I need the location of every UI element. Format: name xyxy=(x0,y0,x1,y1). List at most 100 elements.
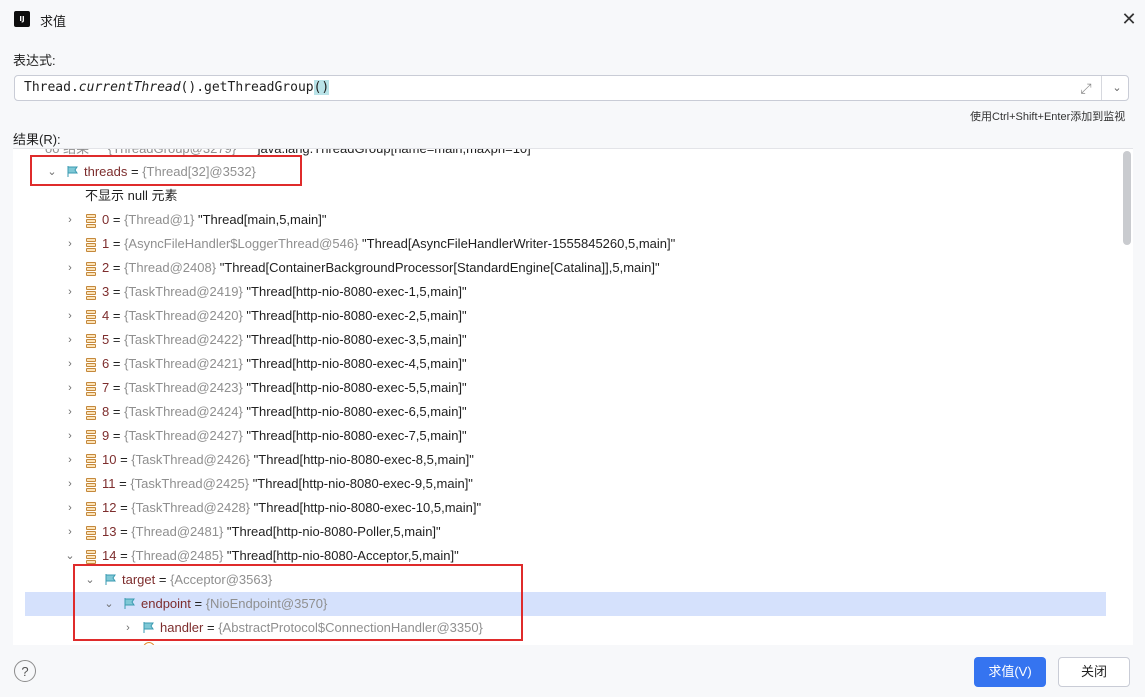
chevron-right-icon[interactable]: › xyxy=(64,304,76,328)
close-button[interactable]: 关闭 xyxy=(1058,657,1130,687)
tree-row-item[interactable]: › 11 = {TaskThread@2425} "Thread[http-ni… xyxy=(13,472,1133,496)
index-label: 1 xyxy=(102,236,110,251)
help-button[interactable]: ? xyxy=(14,660,36,682)
index-label: 9 xyxy=(102,428,110,443)
index-label: 8 xyxy=(102,404,110,419)
array-element-icon xyxy=(86,334,96,348)
ref-value: {Thread@2481} xyxy=(131,524,224,539)
expr-part-paren: () xyxy=(313,80,330,95)
ref-value: {TaskThread@2427} xyxy=(124,428,243,443)
history-dropdown-button[interactable]: ⌄ xyxy=(1109,79,1125,97)
index-label: 14 xyxy=(102,548,117,563)
evaluate-button[interactable]: 求值(V) xyxy=(974,657,1046,687)
array-element-icon xyxy=(86,406,96,420)
ref-value: {TaskThread@2425} xyxy=(130,476,250,491)
chevron-right-icon[interactable]: › xyxy=(64,280,76,304)
string-value: "Thread[http-nio-8080-exec-9,5,main]" xyxy=(252,476,473,491)
chevron-right-icon[interactable]: › xyxy=(64,232,76,256)
array-element-icon xyxy=(86,286,96,300)
tree-row-item[interactable]: › 13 = {Thread@2481} "Thread[http-nio-80… xyxy=(13,520,1133,544)
highlight-box-threads xyxy=(30,155,302,186)
expression-input[interactable]: Thread.currentThread().getThreadGroup() … xyxy=(14,75,1129,101)
expression-label: 表达式: xyxy=(13,53,56,68)
tree-row-item[interactable]: › 5 = {TaskThread@2422} "Thread[http-nio… xyxy=(13,328,1133,352)
highlight-box-target xyxy=(73,564,523,641)
array-element-icon xyxy=(86,310,96,324)
index-label: 10 xyxy=(102,452,117,467)
window-title: 求值 xyxy=(40,14,67,29)
tree-row-item[interactable]: › 0 = {Thread@1} "Thread[main,5,main]" xyxy=(13,208,1133,232)
add-to-watch-hint: 使用Ctrl+Shift+Enter添加到监视 xyxy=(970,111,1126,123)
chevron-right-icon[interactable]: › xyxy=(64,256,76,280)
string-value: "Thread[http-nio-8080-Acceptor,5,main]" xyxy=(226,548,459,563)
ref-value: {TaskThread@2426} xyxy=(131,452,251,467)
ref-value: {TaskThread@2422} xyxy=(124,332,243,347)
tree-row-item[interactable]: › 2 = {Thread@2408} "Thread[ContainerBac… xyxy=(13,256,1133,280)
tree-row-item[interactable]: › 1 = {AsyncFileHandler$LoggerThread@546… xyxy=(13,232,1133,256)
index-label: 4 xyxy=(102,308,110,323)
string-value: "Thread[http-nio-8080-exec-1,5,main]" xyxy=(246,284,467,299)
ref-value: {TaskThread@2423} xyxy=(124,380,243,395)
index-label: 12 xyxy=(102,500,117,515)
string-value: "Thread[http-nio-8080-exec-5,5,main]" xyxy=(246,380,467,395)
string-value: "Thread[http-nio-8080-exec-2,5,main]" xyxy=(246,308,467,323)
index-label: 6 xyxy=(102,356,110,371)
string-value: "Thread[main,5,main]" xyxy=(198,212,327,227)
chevron-right-icon[interactable]: › xyxy=(64,496,76,520)
index-label: 7 xyxy=(102,380,110,395)
tree-row-item[interactable]: › 3 = {TaskThread@2419} "Thread[http-nio… xyxy=(13,280,1133,304)
string-value: "Thread[http-nio-8080-exec-6,5,main]" xyxy=(246,404,467,419)
expr-part-call: ().getThreadGroup xyxy=(180,80,314,95)
ref-value: {AsyncFileHandler$LoggerThread@546} xyxy=(124,236,359,251)
array-element-icon xyxy=(86,550,96,564)
index-label: 11 xyxy=(102,476,116,491)
ref-value: {TaskThread@2420} xyxy=(124,308,243,323)
chevron-right-icon[interactable]: › xyxy=(64,520,76,544)
ref-value: {Thread@2408} xyxy=(124,260,217,275)
expand-icon[interactable]: ⤢ xyxy=(1077,79,1095,97)
string-value: "Thread[http-nio-8080-exec-3,5,main]" xyxy=(246,332,467,347)
app-logo-icon: IJ xyxy=(14,11,30,27)
ref-value: {TaskThread@2419} xyxy=(124,284,243,299)
chevron-right-icon[interactable]: › xyxy=(64,328,76,352)
index-label: 0 xyxy=(102,212,110,227)
chevron-right-icon[interactable]: › xyxy=(64,352,76,376)
array-element-icon xyxy=(86,214,96,228)
expression-text: Thread.currentThread().getThreadGroup() xyxy=(24,80,330,95)
array-element-icon xyxy=(86,502,96,516)
chevron-right-icon[interactable]: › xyxy=(64,400,76,424)
tree-row-item[interactable]: › 4 = {TaskThread@2420} "Thread[http-nio… xyxy=(13,304,1133,328)
index-label: 3 xyxy=(102,284,110,299)
vertical-scrollbar[interactable] xyxy=(1123,151,1131,245)
string-value: "Thread[http-nio-8080-Poller,5,main]" xyxy=(226,524,441,539)
result-label: 结果(R): xyxy=(13,132,61,147)
tree-row-null-info: 不显示 null 元素 xyxy=(13,184,1133,208)
array-element-icon xyxy=(86,262,96,276)
chevron-right-icon[interactable]: › xyxy=(64,424,76,448)
array-element-icon xyxy=(86,358,96,372)
expr-part-method: currentThread xyxy=(78,80,181,95)
string-value: "Thread[AsyncFileHandlerWriter-155584526… xyxy=(362,236,676,251)
chevron-right-icon[interactable]: › xyxy=(64,376,76,400)
close-icon[interactable]: ✕ xyxy=(1118,8,1140,30)
tree-row-item[interactable]: › 6 = {TaskThread@2421} "Thread[http-nio… xyxy=(13,352,1133,376)
tree-row-item[interactable]: › 12 = {TaskThread@2428} "Thread[http-ni… xyxy=(13,496,1133,520)
ref-value: {TaskThread@2421} xyxy=(124,356,243,371)
tree-row-item[interactable]: › 10 = {TaskThread@2426} "Thread[http-ni… xyxy=(13,448,1133,472)
chevron-right-icon[interactable]: › xyxy=(64,472,76,496)
title-bar: IJ 求值 ✕ xyxy=(0,0,1145,40)
array-element-icon xyxy=(86,454,96,468)
tree-row-item[interactable]: › 7 = {TaskThread@2423} "Thread[http-nio… xyxy=(13,376,1133,400)
tree-row-item[interactable]: › 9 = {TaskThread@2427} "Thread[http-nio… xyxy=(13,424,1133,448)
ref-value: {Thread@2485} xyxy=(131,548,224,563)
array-element-icon xyxy=(86,430,96,444)
string-value: "Thread[http-nio-8080-exec-4,5,main]" xyxy=(246,356,467,371)
array-element-icon xyxy=(86,238,96,252)
ref-value: {Thread@1} xyxy=(124,212,195,227)
tree-row-item[interactable]: › 8 = {TaskThread@2424} "Thread[http-nio… xyxy=(13,400,1133,424)
array-element-icon xyxy=(86,526,96,540)
chevron-right-icon[interactable]: › xyxy=(64,448,76,472)
array-element-icon xyxy=(86,478,96,492)
chevron-right-icon[interactable]: › xyxy=(64,208,76,232)
next-row-icon xyxy=(143,642,155,645)
